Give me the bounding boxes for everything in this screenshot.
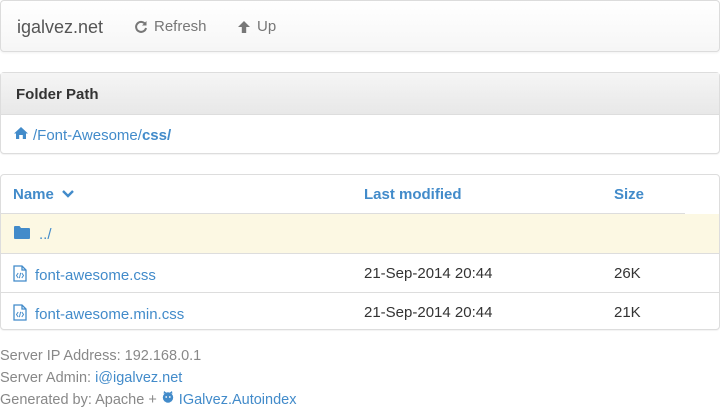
admin-email-link[interactable]: i@igalvez.net <box>95 367 182 389</box>
breadcrumb-path[interactable]: /Font-Awesome/ <box>33 127 142 144</box>
parent-directory-link[interactable]: ../ <box>39 226 52 243</box>
breadcrumb-current[interactable]: css/ <box>142 127 171 144</box>
refresh-button[interactable]: Refresh <box>134 18 207 35</box>
file-modified: 21-Sep-2014 20:44 <box>364 304 493 321</box>
breadcrumb: /Font-Awesome/css/ <box>1 115 719 155</box>
table-row[interactable]: font-awesome.css 21-Sep-2014 20:44 26K <box>1 254 719 293</box>
file-name-link[interactable]: font-awesome.min.css <box>35 306 184 323</box>
arrow-up-icon <box>237 20 251 34</box>
file-listing-table: Name Last modified Size ../ font-awesome… <box>0 174 720 330</box>
code-file-icon <box>13 304 27 325</box>
top-navbar: igalvez.net Refresh Up <box>0 0 720 52</box>
file-name-link[interactable]: font-awesome.css <box>35 267 156 284</box>
up-button[interactable]: Up <box>237 18 276 35</box>
up-label: Up <box>257 18 277 35</box>
folder-path-panel: Folder Path /Font-Awesome/css/ <box>0 72 720 154</box>
brand-link[interactable]: igalvez.net <box>17 17 103 38</box>
server-admin-line: Server Admin: i@igalvez.net <box>0 367 296 389</box>
github-icon <box>161 389 175 407</box>
table-row-parent[interactable]: ../ <box>1 214 719 254</box>
refresh-label: Refresh <box>154 18 207 35</box>
column-header-modified[interactable]: Last modified <box>364 186 462 203</box>
server-ip: Server IP Address: 192.168.0.1 <box>0 348 202 364</box>
folder-path-heading: Folder Path <box>1 73 719 115</box>
code-file-icon <box>13 265 27 286</box>
generated-by-label: Generated by: Apache + <box>0 392 157 407</box>
server-admin-label: Server Admin: <box>0 370 92 386</box>
file-size: 26K <box>614 265 641 282</box>
table-row[interactable]: font-awesome.min.css 21-Sep-2014 20:44 2… <box>1 293 719 332</box>
column-header-name[interactable]: Name <box>13 186 74 203</box>
refresh-icon <box>134 20 148 34</box>
folder-icon <box>13 225 31 244</box>
generated-by-line: Generated by: Apache + IGalvez.Autoindex <box>0 389 296 407</box>
chevron-down-icon <box>62 186 74 203</box>
server-footer: Server IP Address: 192.168.0.1 Server Ad… <box>0 345 296 407</box>
home-icon[interactable] <box>13 126 29 144</box>
generator-link[interactable]: IGalvez.Autoindex <box>179 389 297 407</box>
file-modified: 21-Sep-2014 20:44 <box>364 265 493 282</box>
table-header-row: Name Last modified Size <box>1 175 719 214</box>
file-size: 21K <box>614 304 641 321</box>
column-header-size[interactable]: Size <box>614 186 644 203</box>
